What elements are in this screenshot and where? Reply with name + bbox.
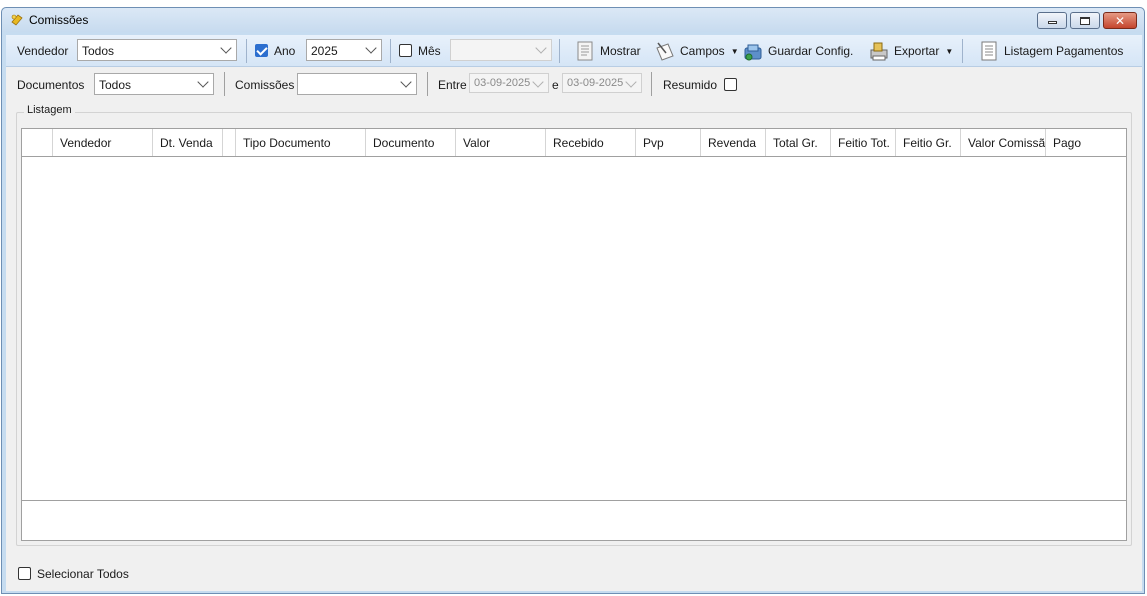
toolbar-separator [224,72,225,96]
ano-checkbox[interactable] [255,44,268,57]
column-header-valor-comissao[interactable]: Valor Comissão [961,129,1046,156]
mes-checkbox[interactable] [399,44,412,57]
exportar-label: Exportar [894,44,940,58]
grid-header: Vendedor Dt. Venda Tipo Documento Docume… [22,129,1126,157]
main-toolbar: Vendedor Todos Ano 2025 Mês Mostrar Camp… [6,35,1142,67]
document-icon [577,41,593,61]
toolbar-separator [962,39,963,63]
toolbar-separator [246,39,247,63]
caret-down-icon: ▼ [730,46,739,56]
documentos-select-value: Todos [99,78,132,92]
toolbar-separator [559,39,560,63]
report-icon [981,41,997,61]
comissoes-label: Comissões [235,78,295,92]
column-header-blank[interactable] [223,129,236,156]
date-to-value: 03-09-2025 [567,77,624,89]
maximize-icon [1080,16,1090,25]
listagem-pagamentos-button[interactable]: Listagem Pagamentos [978,38,1123,64]
filter-toolbar: Documentos Todos Comissões Entre 03-09-2… [6,68,1142,100]
column-header-recebido[interactable]: Recebido [546,129,636,156]
comissoes-select[interactable] [297,73,417,95]
toolbar-separator [390,39,391,63]
grid-totals-divider [22,500,1126,501]
listagem-pagamentos-label: Listagem Pagamentos [1004,44,1124,58]
chevron-down-icon [400,76,412,88]
documentos-label: Documentos [17,78,85,92]
chevron-down-icon [625,76,637,88]
chevron-down-icon [535,42,547,54]
column-header-dt-venda[interactable]: Dt. Venda [153,129,223,156]
chevron-down-icon [365,42,377,54]
date-from-value: 03-09-2025 [474,77,531,89]
chevron-down-icon [197,76,209,88]
commission-app-icon [11,14,23,26]
selecionar-todos-label: Selecionar Todos [37,567,129,581]
mostrar-label: Mostrar [600,44,641,58]
chevron-down-icon [220,42,232,54]
e-label: e [552,78,559,92]
selecionar-todos-checkbox[interactable] [18,567,31,580]
mostrar-button[interactable]: Mostrar [574,38,641,64]
date-to-picker[interactable]: 03-09-2025 [562,73,642,93]
campos-dropdown-button[interactable]: Campos ▼ [654,38,739,64]
entre-label: Entre [438,78,467,92]
toolbar-separator [651,72,652,96]
column-header-feitio-gr[interactable]: Feitio Gr. [896,129,961,156]
column-header-valor[interactable]: Valor [456,129,546,156]
maximize-button[interactable] [1070,12,1100,29]
close-icon: ✕ [1114,13,1126,28]
column-header-pago[interactable]: Pago [1046,129,1128,156]
column-header-vendedor[interactable]: Vendedor [53,129,153,156]
date-from-picker[interactable]: 03-09-2025 [469,73,549,93]
toolbar-separator [427,72,428,96]
resumido-checkbox[interactable] [724,78,737,91]
column-header-total-gr[interactable]: Total Gr. [766,129,831,156]
save-settings-icon [744,44,762,61]
minimize-button[interactable] [1037,12,1067,29]
listagem-group-title: Listagem [24,104,75,116]
resumido-label: Resumido [663,78,718,92]
guardar-config-label: Guardar Config. [768,44,854,58]
title-bar[interactable]: Comissões ✕ [2,8,1144,32]
guardar-config-button[interactable]: Guardar Config. [742,38,853,64]
documentos-select[interactable]: Todos [94,73,214,95]
app-window: Comissões ✕ Vendedor Todos Ano 2025 Mês [1,7,1145,594]
chevron-down-icon [532,76,544,88]
vendedor-select[interactable]: Todos [77,39,237,61]
column-header-tipo-documento[interactable]: Tipo Documento [236,129,366,156]
ano-select-value: 2025 [311,44,338,58]
vendedor-label: Vendedor [17,44,69,58]
commissions-grid[interactable]: Vendedor Dt. Venda Tipo Documento Docume… [21,128,1127,541]
column-header-revenda[interactable]: Revenda [701,129,766,156]
mes-label: Mês [418,44,441,58]
client-area: Vendedor Todos Ano 2025 Mês Mostrar Camp… [6,35,1142,591]
ano-label: Ano [274,44,296,58]
close-button[interactable]: ✕ [1103,12,1137,29]
caret-down-icon: ▼ [945,46,954,56]
column-header-feitio-tot[interactable]: Feitio Tot. [831,129,896,156]
minimize-icon [1047,21,1057,24]
mes-select[interactable] [450,39,552,61]
pencil-paper-icon [656,42,674,61]
ano-select[interactable]: 2025 [306,39,382,61]
column-header-pvp[interactable]: Pvp [636,129,701,156]
window-title: Comissões [29,13,89,27]
column-header-documento[interactable]: Documento [366,129,456,156]
vendedor-select-value: Todos [82,44,115,58]
export-printer-icon [870,42,888,61]
exportar-dropdown-button[interactable]: Exportar ▼ [868,38,953,64]
column-header-select[interactable] [22,129,53,156]
campos-label: Campos [680,44,725,58]
